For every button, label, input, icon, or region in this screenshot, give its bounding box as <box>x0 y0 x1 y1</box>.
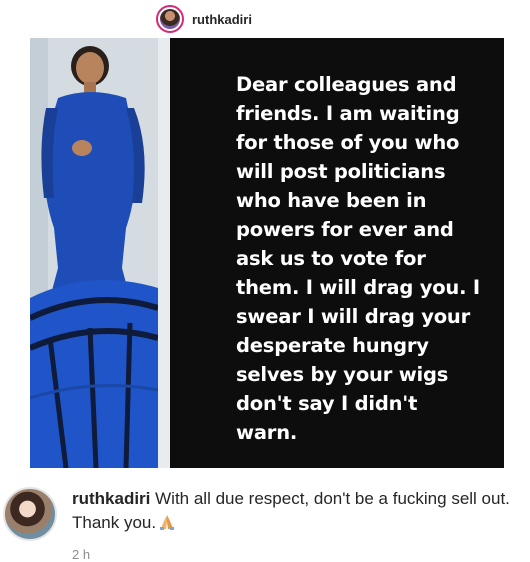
folded-hands-icon <box>160 515 175 530</box>
commenter-avatar[interactable] <box>3 487 57 541</box>
quote-card: Dear colleagues and friends. I am waitin… <box>170 38 504 468</box>
comment-body: ruthkadiri With all due respect, don't b… <box>72 487 517 535</box>
post-author-avatar[interactable] <box>156 5 184 33</box>
avatar-image <box>160 9 180 29</box>
post-image[interactable]: Dear colleagues and friends. I am waitin… <box>30 38 504 468</box>
woman-in-blue-dress-photo <box>30 38 158 468</box>
dress-illustration <box>30 38 158 468</box>
post-author-username[interactable]: ruthkadiri <box>192 12 252 27</box>
post-header: ruthkadiri <box>156 2 252 36</box>
comment-row: ruthkadiri With all due respect, don't b… <box>0 478 530 562</box>
comment-timestamp: 2 h <box>72 547 91 562</box>
quote-text: Dear colleagues and friends. I am waitin… <box>236 73 480 444</box>
commenter-username[interactable]: ruthkadiri <box>72 489 150 508</box>
